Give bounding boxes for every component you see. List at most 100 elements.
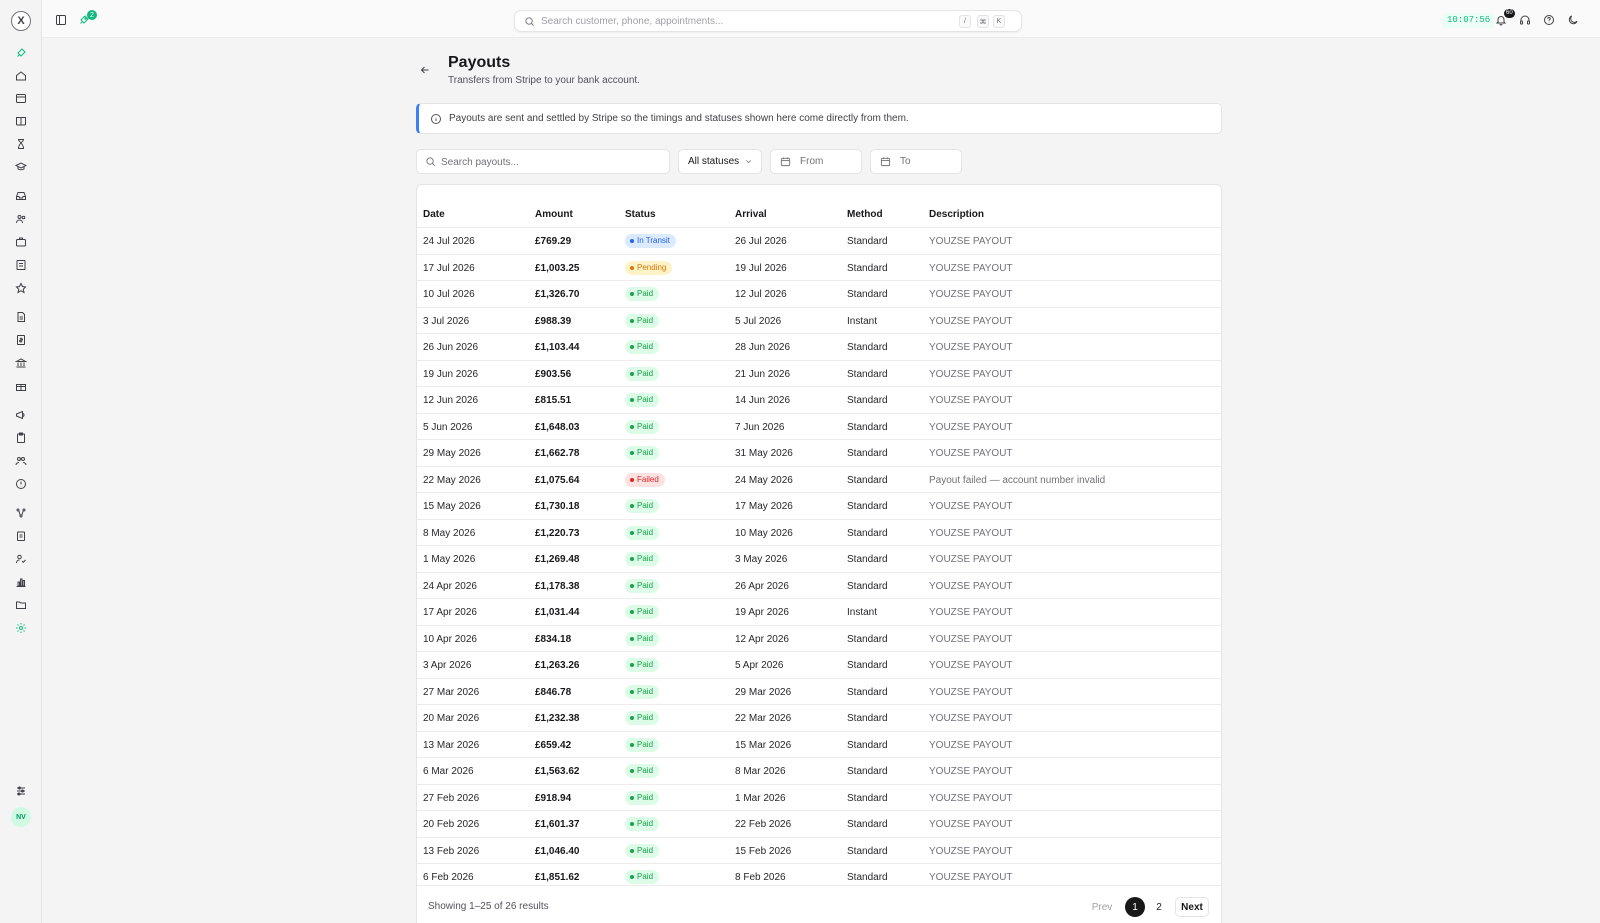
table-row[interactable]: 3 Apr 2026 £1,263.26 Paid 5 Apr 2026 Standar… (417, 651, 1221, 678)
inbox-icon[interactable] (13, 188, 29, 204)
hourglass-icon[interactable] (13, 136, 29, 152)
status-badge: Paid (625, 419, 660, 434)
cell-arrival: 8 Feb 2026 (735, 872, 786, 883)
settings-icon[interactable] (13, 620, 29, 636)
cell-arrival: 24 May 2026 (735, 474, 793, 486)
integrations-icon[interactable] (13, 505, 29, 521)
status-filter-select[interactable]: All statuses (678, 149, 762, 174)
status-badge: Paid (625, 843, 660, 858)
cell-description: Payout failed — account number invalid (929, 474, 1106, 486)
users-icon[interactable] (13, 211, 29, 227)
folder-icon[interactable] (13, 597, 29, 613)
calendar-icon[interactable] (13, 90, 29, 106)
table-row[interactable]: 17 Jul 2026 £1,003.25 Pending 19 Jul 2026 St… (417, 253, 1221, 281)
results-summary: Showing 1–25 of 26 results (428, 901, 549, 912)
column-header-arrival[interactable]: Arrival (735, 209, 767, 220)
payout-search[interactable] (416, 149, 670, 174)
table-row[interactable]: 8 May 2026 £1,220.73 Paid 10 May 2026 Standa… (417, 518, 1221, 546)
table-row[interactable]: 10 Jul 2026 £1,326.70 Paid 12 Jul 2026 Stand… (417, 280, 1221, 307)
megaphone-icon[interactable] (13, 407, 29, 423)
table-row[interactable]: 12 Jun 2026 £815.51 Paid 14 Jun 2026 Standar… (417, 386, 1221, 413)
page-2-button[interactable]: 2 (1149, 897, 1169, 917)
cell-method: Instant (847, 315, 878, 327)
receipt-icon[interactable] (13, 257, 29, 273)
bar-chart-icon[interactable] (13, 574, 29, 590)
table-row[interactable]: 17 Apr 2026 £1,031.44 Paid 19 Apr 2026 Insta… (417, 598, 1221, 625)
help-icon[interactable] (1542, 13, 1556, 27)
headset-icon[interactable] (1518, 13, 1532, 27)
page-1-button[interactable]: 1 (1125, 897, 1145, 917)
user-check-icon[interactable] (13, 551, 29, 567)
cell-date: 15 May 2026 (423, 501, 481, 512)
status-dot-icon (630, 451, 634, 455)
status-badge: Failed (625, 472, 665, 487)
star-icon[interactable] (13, 280, 29, 296)
column-header-amount[interactable]: Amount (535, 209, 573, 220)
table-row[interactable]: 13 Feb 2026 £1,046.40 Paid 15 Feb 2026 Stand… (417, 836, 1221, 864)
column-header-status[interactable]: Status (625, 209, 656, 220)
table-row[interactable]: 29 May 2026 £1,662.78 Paid 31 May 2026 Stand… (417, 439, 1221, 466)
table-row[interactable]: 13 Mar 2026 £659.42 Paid 15 Mar 2026 Standar… (417, 730, 1221, 758)
cell-description: YOUZSE PAYOUT (929, 395, 1013, 406)
invoice-icon[interactable] (13, 332, 29, 348)
column-header-date[interactable]: Date (423, 209, 445, 220)
moon-icon[interactable] (1566, 13, 1580, 27)
table-row[interactable]: 24 Jul 2026 £769.29 In Transit 26 Jul 2026 S… (417, 227, 1221, 254)
column-header-method[interactable]: Method (847, 209, 883, 220)
table-row[interactable]: 6 Mar 2026 £1,563.62 Paid 8 Mar 2026 Standar… (417, 757, 1221, 784)
cell-arrival: 26 Apr 2026 (735, 580, 789, 592)
table-row[interactable]: 20 Mar 2026 £1,232.38 Paid 22 Mar 2026 Stand… (417, 704, 1221, 731)
table-row[interactable]: 20 Feb 2026 £1,601.37 Paid 22 Feb 2026 Stand… (417, 810, 1221, 837)
alert-circle-icon[interactable] (13, 476, 29, 492)
briefcase-icon[interactable] (13, 234, 29, 250)
table-row[interactable]: 26 Jun 2026 £1,103.44 Paid 28 Jun 2026 Stand… (417, 333, 1221, 360)
app-logo[interactable]: X (11, 11, 31, 31)
to-date-input[interactable]: To (870, 149, 962, 174)
table-row[interactable]: 24 Apr 2026 £1,178.38 Paid 26 Apr 2026 Stand… (417, 571, 1221, 599)
status-dot-icon (630, 583, 634, 588)
cell-date: 13 Feb 2026 (423, 845, 480, 857)
book-icon[interactable] (13, 113, 29, 129)
table-row[interactable]: 15 May 2026 £1,730.18 Paid 17 May 2026 Stand… (417, 492, 1221, 519)
kbd-slash: / (959, 15, 971, 28)
table-row[interactable]: 10 Apr 2026 £834.18 Paid 12 Apr 2026 Standar… (417, 624, 1221, 652)
cell-method: Standard (847, 819, 888, 830)
status-label: Paid (637, 580, 654, 590)
gift-icon[interactable] (13, 378, 29, 394)
cell-method: Standard (847, 872, 888, 883)
team-icon[interactable] (13, 453, 29, 469)
cell-date: 6 Mar 2026 (423, 766, 474, 777)
table-row[interactable]: 19 Jun 2026 £903.56 Paid 21 Jun 2026 Standar… (417, 359, 1221, 387)
table-body: 24 Jul 2026 £769.29 In Transit 26 Jul 2026 S… (417, 227, 1221, 890)
bank-icon[interactable] (13, 355, 29, 371)
cell-description: YOUZSE PAYOUT (929, 660, 1013, 671)
table-row[interactable]: 1 May 2026 £1,269.48 Paid 3 May 2026 Standar… (417, 545, 1221, 572)
column-header-description[interactable]: Description (929, 209, 984, 220)
global-search-input[interactable] (541, 14, 921, 29)
prev-page-button[interactable]: Prev (1087, 897, 1117, 917)
table-row[interactable]: 5 Jun 2026 £1,648.03 Paid 7 Jun 2026 Standar… (417, 412, 1221, 440)
status-dot-icon (630, 610, 634, 614)
clipboard-list-icon[interactable] (13, 528, 29, 544)
back-arrow-icon[interactable] (418, 63, 432, 77)
user-avatar[interactable]: NV (11, 807, 31, 827)
cell-description: YOUZSE PAYOUT (929, 580, 1013, 592)
table-row[interactable]: 27 Feb 2026 £918.94 Paid 1 Mar 2026 Standard… (417, 783, 1221, 811)
document-icon[interactable] (13, 309, 29, 325)
rocket-icon[interactable] (13, 45, 29, 61)
global-search[interactable]: / ⌘ K (514, 10, 1022, 32)
clipboard-icon[interactable] (13, 430, 29, 446)
sidebar-toggle-icon[interactable] (54, 13, 68, 27)
graduation-cap-icon[interactable] (13, 159, 29, 175)
cell-amount: £1,003.25 (535, 262, 580, 274)
next-page-button[interactable]: Next (1175, 897, 1209, 917)
sliders-icon[interactable] (13, 783, 29, 799)
table-row[interactable]: 22 May 2026 £1,075.64 Failed 24 May 2026 Sta… (417, 465, 1221, 493)
from-date-input[interactable]: From (770, 149, 862, 174)
table-row[interactable]: 3 Jul 2026 £988.39 Paid 5 Jul 2026 Instant YO… (417, 306, 1221, 334)
cell-method: Standard (847, 368, 888, 380)
table-row[interactable]: 27 Mar 2026 £846.78 Paid 29 Mar 2026 Standar… (417, 677, 1221, 705)
cell-method: Standard (847, 766, 888, 777)
payout-search-input[interactable] (441, 155, 661, 169)
home-icon[interactable] (13, 68, 29, 84)
